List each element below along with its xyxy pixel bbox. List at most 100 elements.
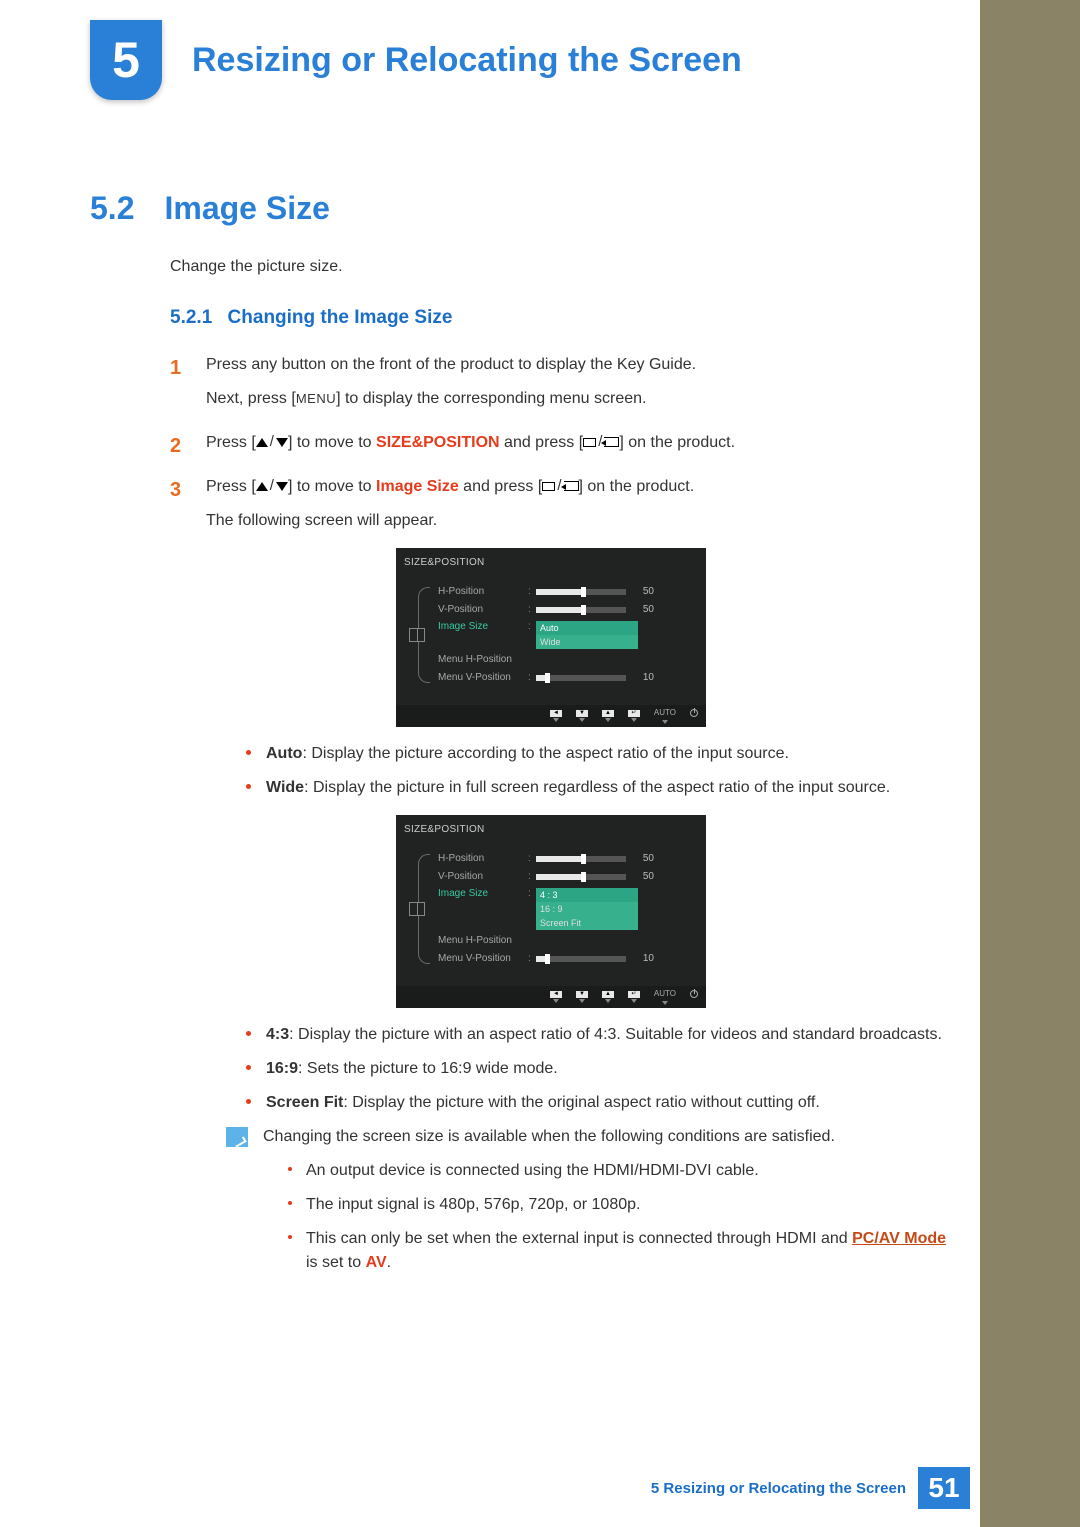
step-number: 1 [170, 353, 188, 421]
footer-page-number: 51 [918, 1467, 970, 1509]
note-icon [226, 1127, 248, 1147]
osd-footer-power-icon [690, 709, 698, 722]
step-number: 3 [170, 475, 188, 1285]
keyword-av: AV [366, 1254, 387, 1271]
note-item-2: The input signal is 480p, 576p, 720p, or… [288, 1193, 960, 1217]
triangle-up-icon [256, 482, 268, 491]
osd-label-vpos: V-Position [438, 869, 528, 884]
osd-slider [536, 589, 626, 595]
chapter-header: 5 Resizing or Relocating the Screen [90, 20, 742, 100]
osd-slider [536, 675, 626, 681]
osd-footer-up-icon: ▲ [602, 710, 614, 722]
osd-footer-down-icon: ▼ [576, 991, 588, 1003]
osd-option-43: 4 : 3 [536, 888, 638, 902]
steps-list: 1 Press any button on the front of the p… [170, 353, 960, 1285]
up-down-icon: / [256, 434, 288, 450]
osd-label-vpos: V-Position [438, 602, 528, 617]
step-2-line: Press [/] to move to SIZE&POSITION and p… [206, 431, 960, 455]
osd-footer-left-icon: ◄ [550, 991, 562, 1003]
osd-footer: ◄ ▼ ▲ ↵ AUTO [396, 705, 706, 727]
osd-label-imgsize: Image Size [438, 886, 528, 901]
sidebar-strip [980, 0, 1080, 1527]
triangle-down-icon [276, 438, 288, 447]
bullet-auto: Auto: Display the picture according to t… [246, 742, 960, 766]
step-3: 3 Press [/] to move to Image Size and pr… [170, 475, 960, 1285]
up-down-icon: / [256, 478, 288, 494]
osd-label-mvpos: Menu V-Position [438, 951, 528, 966]
osd-title: SIZE&POSITION [396, 815, 706, 844]
chapter-title: Resizing or Relocating the Screen [192, 41, 742, 80]
keyword-image-size: Image Size [376, 478, 459, 495]
osd-option-screenfit: Screen Fit [536, 916, 638, 930]
note-item-1: An output device is connected using the … [288, 1159, 960, 1183]
chapter-number-badge: 5 [90, 20, 162, 100]
note-item-3: This can only be set when the external i… [288, 1227, 960, 1275]
section-intro: Change the picture size. [170, 255, 960, 279]
bullet-43: 4:3: Display the picture with an aspect … [246, 1023, 960, 1047]
enter-icon [604, 437, 619, 447]
keyword-size-position: SIZE&POSITION [376, 434, 500, 451]
step-2: 2 Press [/] to move to SIZE&POSITION and… [170, 431, 960, 465]
osd-screenshot-1: SIZE&POSITION H-Position:50 V-Position:5… [396, 548, 706, 727]
osd-slider [536, 856, 626, 862]
note-lead: Changing the screen size is available wh… [263, 1125, 960, 1149]
select-enter-icon: / [542, 478, 578, 494]
step-number: 2 [170, 431, 188, 465]
bullet-169: 16:9: Sets the picture to 16:9 wide mode… [246, 1057, 960, 1081]
enter-icon [564, 481, 579, 491]
bullet-wide: Wide: Display the picture in full screen… [246, 776, 960, 800]
osd-dropdown: AutoWide [536, 621, 638, 649]
osd-label-hpos: H-Position [438, 851, 528, 866]
section-header: 5.2 Image Size [90, 190, 330, 227]
osd-label-hpos: H-Position [438, 584, 528, 599]
step-1-line-1: Press any button on the front of the pro… [206, 353, 960, 377]
subsection-title: Changing the Image Size [228, 307, 453, 328]
osd-slider [536, 874, 626, 880]
footer-text: 5 Resizing or Relocating the Screen [651, 1480, 906, 1497]
osd-footer-auto: AUTO [654, 988, 676, 1005]
pc-av-mode-link[interactable]: PC/AV Mode [852, 1230, 946, 1247]
rect-icon [583, 438, 596, 447]
osd-footer-left-icon: ◄ [550, 710, 562, 722]
osd-label-imgsize: Image Size [438, 619, 528, 634]
section-number: 5.2 [90, 190, 134, 227]
bullet-screenfit: Screen Fit: Display the picture with the… [246, 1091, 960, 1115]
osd-title: SIZE&POSITION [396, 548, 706, 577]
section-title: Image Size [164, 190, 329, 227]
osd-slider [536, 607, 626, 613]
page-footer: 5 Resizing or Relocating the Screen 51 [651, 1467, 970, 1509]
osd-footer: ◄ ▼ ▲ ↵ AUTO [396, 986, 706, 1008]
note-block: Changing the screen size is available wh… [226, 1125, 960, 1285]
triangle-up-icon [256, 438, 268, 447]
osd-footer-enter-icon: ↵ [628, 991, 640, 1003]
osd-label-mhpos: Menu H-Position [438, 933, 528, 948]
subsection-header: 5.2.1 Changing the Image Size [170, 304, 960, 333]
menu-icon: MENU [296, 391, 336, 406]
osd-option-169: 16 : 9 [536, 902, 638, 916]
bullet-list-1: Auto: Display the picture according to t… [246, 742, 960, 800]
osd-category-icon [409, 628, 425, 642]
step-1-line-2: Next, press [MENU] to display the corres… [206, 387, 960, 411]
osd-footer-enter-icon: ↵ [628, 710, 640, 722]
triangle-down-icon [276, 482, 288, 491]
content-area: Change the picture size. 5.2.1 Changing … [170, 255, 960, 1295]
select-enter-icon: / [583, 434, 619, 450]
rect-icon [542, 482, 555, 491]
bullet-list-2: 4:3: Display the picture with an aspect … [246, 1023, 960, 1115]
osd-option-auto: Auto [536, 621, 638, 635]
osd-screenshot-2: SIZE&POSITION H-Position:50 V-Position:5… [396, 815, 706, 1008]
osd-label-mvpos: Menu V-Position [438, 670, 528, 685]
note-bullet-list: An output device is connected using the … [288, 1159, 960, 1275]
osd-footer-power-icon [690, 990, 698, 1003]
osd-footer-auto: AUTO [654, 707, 676, 724]
step-1: 1 Press any button on the front of the p… [170, 353, 960, 421]
osd-footer-down-icon: ▼ [576, 710, 588, 722]
step-3-line-2: The following screen will appear. [206, 509, 960, 533]
osd-option-wide: Wide [536, 635, 638, 649]
osd-label-mhpos: Menu H-Position [438, 652, 528, 667]
subsection-number: 5.2.1 [170, 307, 212, 328]
osd-category-icon [409, 902, 425, 916]
osd-dropdown: 4 : 316 : 9Screen Fit [536, 888, 638, 930]
step-3-line-1: Press [/] to move to Image Size and pres… [206, 475, 960, 499]
osd-slider [536, 956, 626, 962]
